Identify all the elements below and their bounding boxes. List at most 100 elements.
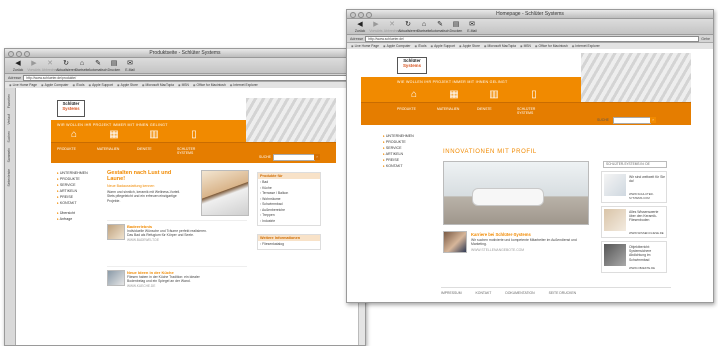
explorer-tab[interactable]: Favoriten — [7, 94, 11, 108]
footer-link[interactable]: DOKUMENTATION — [505, 291, 534, 295]
right-box-link[interactable]: ▫ Industrie — [260, 219, 318, 225]
back-window-title: Produktseite - Schlüter Systems — [149, 50, 221, 56]
side-ad-link[interactable]: WWW.WISSEN.FLIESE.DE — [629, 231, 664, 235]
toolbar-button-7[interactable]: ✉ E-Mail — [123, 60, 137, 73]
front-news-link[interactable]: WWW.STELLENANGEBOTE.COM — [471, 248, 581, 252]
back-search-button[interactable]: › — [314, 154, 320, 160]
toolbar-button-5[interactable]: ✎ Automatisch — [89, 60, 108, 73]
front-search-input[interactable] — [613, 117, 651, 124]
explorer-tab[interactable]: Seitenleiste — [7, 169, 11, 187]
favorite-link[interactable]: Apple Computer — [383, 44, 411, 48]
toolbar-button-0[interactable]: ◀ Zurück — [11, 60, 25, 73]
nav-item-1[interactable]: ▦ MATERIALIEN — [97, 129, 131, 151]
favorite-link[interactable]: Live Home Page — [9, 83, 37, 87]
favorite-link[interactable]: MSN — [520, 44, 531, 48]
side-ad-title: Wir sind weltweit für Sie da! — [629, 175, 665, 184]
toolbar-button-5[interactable]: ✎ Automatisch — [431, 21, 450, 34]
side-ad-link[interactable]: WWW.SCHLUTER-SYSTEMS.COM — [629, 192, 666, 200]
refresh-icon: ↻ — [405, 21, 411, 28]
side-ad[interactable]: Objektbericht: Systemsichere Abdichtung … — [601, 241, 667, 273]
explorer-tab[interactable]: Sammeln — [7, 148, 11, 162]
toolbar-button-0[interactable]: ◀ Zurück — [353, 21, 367, 34]
nav-item-2[interactable]: ▥ DIENSTE — [137, 129, 171, 151]
item-link[interactable]: WWW.BADEWELT.DE — [127, 238, 213, 242]
toolbar-button-1[interactable]: ▶ Vorwärts — [27, 60, 41, 73]
home-icon: ⌂ — [79, 60, 85, 67]
item-row: Badeerlebnis Individuelle Wünsche und Trä… — [107, 220, 247, 266]
back-site-logo[interactable]: Schlüter Systems — [57, 100, 85, 117]
toolbar-button-7[interactable]: ✉ E-Mail — [465, 21, 479, 34]
favorite-link[interactable]: Office for Macintosh — [535, 44, 568, 48]
toolbar-button-1[interactable]: ▶ Vorwärts — [369, 21, 383, 34]
front-site-logo[interactable]: Schlüter Systems — [397, 57, 427, 74]
explorer-tab[interactable]: Suchen — [7, 131, 11, 143]
left-subnav-item[interactable]: Anfrage — [57, 216, 75, 222]
side-ad[interactable]: Alles Wissenswerte über den Keramik-Flie… — [601, 206, 667, 238]
favorite-link[interactable]: Apple Store — [117, 83, 138, 87]
footer-link[interactable]: IMPRESSUM — [441, 291, 462, 295]
favorite-link[interactable]: Apple Support — [89, 83, 113, 87]
window-controls[interactable] — [350, 12, 374, 21]
front-country-select[interactable]: SCHLÜTER-SYSTEMS IN: DE — [603, 161, 667, 168]
favorite-link[interactable]: Apple Computer — [41, 83, 69, 87]
back-address-input[interactable]: http://www.schlueter.de/produkte/ — [23, 74, 362, 81]
left-nav-item[interactable]: KONTAKT — [57, 200, 88, 206]
item-text: Individuelle Wünsche und Träume perfekt … — [127, 229, 207, 238]
toolbar-button-4[interactable]: ⌂ Startseite — [417, 21, 431, 34]
front-window-titlebar[interactable]: Homepage - Schlüter Systems — [347, 10, 713, 19]
explorer-tab[interactable]: Verlauf — [7, 114, 11, 125]
favorite-link[interactable]: Internet Explorer — [572, 44, 599, 48]
toolbar-button-3[interactable]: ↻ Aktualisieren — [398, 21, 417, 34]
nav-item-1[interactable]: ▦ MATERIALIEN — [437, 89, 471, 111]
back-arrow-icon: ◀ — [15, 60, 21, 67]
favorite-link[interactable]: Apple Support — [431, 44, 455, 48]
favorite-link[interactable]: Office for Macintosh — [193, 83, 226, 87]
nav-item-3[interactable]: ▯ SCHLÜTER SYSTEMS — [517, 89, 551, 115]
front-search-button[interactable]: › — [650, 117, 656, 123]
left-nav-item[interactable]: KONTAKT — [383, 163, 414, 169]
nav-item-0[interactable]: ⌂ PRODUKTE — [397, 89, 431, 111]
favorite-link[interactable]: iTools — [414, 44, 426, 48]
side-ad-link[interactable]: WWW.OBJEKTE.DE — [629, 266, 655, 270]
back-article-image — [201, 170, 249, 216]
front-address-input[interactable]: http://www.schlueter.de/ — [365, 35, 700, 42]
favorite-link[interactable]: Microsoft MacTopia — [484, 44, 516, 48]
right-box2-link[interactable]: ▫ Fliesenkatalog — [260, 242, 318, 248]
back-search-label: SUCHE — [259, 155, 271, 159]
favorite-link[interactable]: Internet Explorer — [230, 83, 257, 87]
footer-link[interactable]: KONTAKT — [476, 291, 492, 295]
nav-item-3[interactable]: ▯ SCHLÜTER SYSTEMS — [177, 129, 211, 155]
toolbar-button-6[interactable]: ▤ Drucken — [107, 60, 121, 73]
nav-item-0[interactable]: ⌂ PRODUKTE — [57, 129, 91, 151]
favorite-link[interactable]: MSN — [178, 83, 189, 87]
favorite-link[interactable]: iTools — [72, 83, 84, 87]
favorite-link[interactable]: Microsoft MacTopia — [142, 83, 174, 87]
toolbar-button-2[interactable]: ✕ Abbrechen — [42, 60, 58, 73]
front-news: Karriere bei Schlüter-Systems Wir suchen… — [471, 232, 581, 252]
footer-link[interactable]: SEITE DRUCKEN — [549, 291, 577, 295]
toolbar-button-4[interactable]: ⌂ Startseite — [75, 60, 89, 73]
back-window-titlebar[interactable]: Produktseite - Schlüter Systems — [5, 49, 365, 58]
nav-item-2[interactable]: ▥ DIENSTE — [477, 89, 511, 111]
front-browser-window: Homepage - Schlüter Systems ◀ Zurück ▶ Vorw… — [346, 9, 714, 303]
toolbar-button-label: E-Mail — [467, 29, 477, 33]
toolbar-button-2[interactable]: ✕ Abbrechen — [384, 21, 400, 34]
side-ad-title: Alles Wissenswerte über den Keramik-Flie… — [629, 210, 659, 223]
go-button[interactable]: Gehe — [701, 37, 710, 41]
item-link[interactable]: WWW.KUECHE.DE — [127, 284, 213, 288]
back-article-text: Warm und sinnlich, keramik mit Wellness-… — [107, 190, 181, 203]
toolbar-button-3[interactable]: ↻ Aktualisieren — [56, 60, 75, 73]
back-search-input[interactable] — [273, 154, 315, 161]
favorite-link[interactable]: Live Home Page — [351, 44, 379, 48]
side-ad[interactable]: Wir sind weltweit für Sie da! WWW.SCHLUTE… — [601, 171, 667, 203]
forward-arrow-icon: ▶ — [373, 21, 379, 28]
back-article-title[interactable]: Gestalten nach Lust und Laune! — [107, 170, 187, 182]
toolbar-button-label: Vorwärts — [27, 68, 41, 72]
toolbar-button-6[interactable]: ▤ Drucken — [449, 21, 463, 34]
back-browser-window: Produktseite - Schlüter Systems ◀ Zurück ▶… — [4, 48, 366, 346]
back-item-list: Badeerlebnis Individuelle Wünsche und Trä… — [107, 220, 247, 312]
front-news-title[interactable]: Karriere bei Schlüter-Systems — [471, 232, 581, 237]
grid-icon: ▦ — [109, 129, 119, 140]
window-controls[interactable] — [8, 51, 32, 60]
favorite-link[interactable]: Apple Store — [459, 44, 480, 48]
